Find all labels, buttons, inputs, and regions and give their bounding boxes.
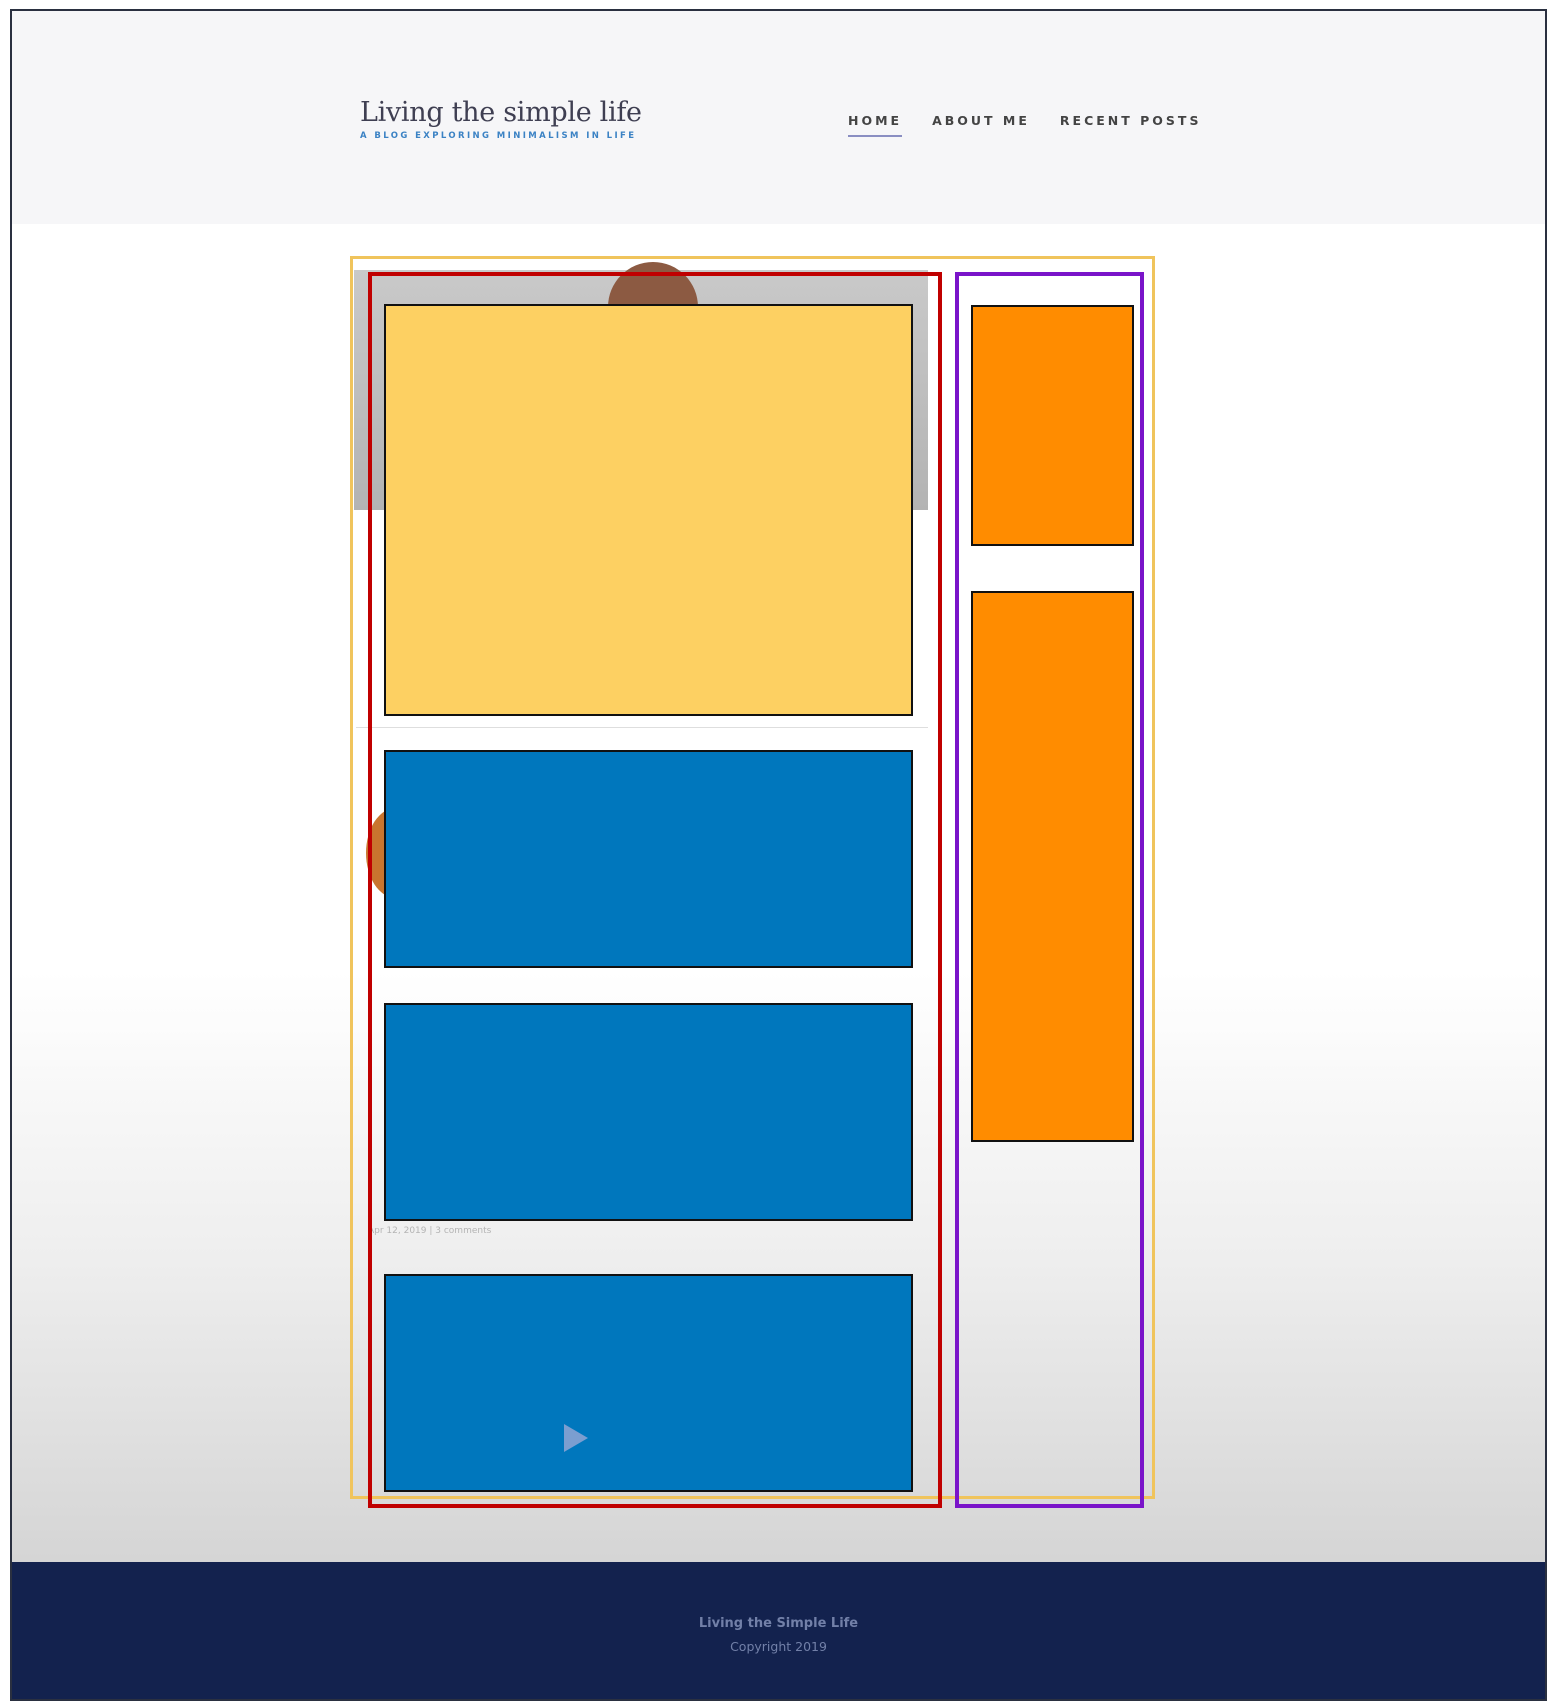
main-nav: HOME ABOUT ME RECENT POSTS [848, 113, 1201, 137]
post-block-3[interactable] [384, 1274, 913, 1492]
site-footer: Living the Simple Life Copyright 2019 [12, 1562, 1545, 1699]
post-block-1[interactable] [384, 750, 913, 968]
footer-title: Living the Simple Life [698, 1616, 859, 1631]
sidebar-widget-2[interactable] [971, 591, 1134, 1142]
sidebar-outline [955, 272, 1144, 1508]
site-branding[interactable]: Living the simple life A BLOG EXPLORING … [360, 99, 642, 141]
main-column-outline [368, 272, 942, 1508]
site-title[interactable]: Living the simple life [360, 99, 642, 126]
site-tagline: A BLOG EXPLORING MINIMALISM IN LIFE [360, 131, 637, 141]
mouse-cursor-icon [564, 1424, 588, 1452]
sidebar-widget-1[interactable] [971, 305, 1134, 546]
site-header: Living the simple life A BLOG EXPLORING … [12, 11, 1545, 224]
nav-home[interactable]: HOME [848, 113, 903, 137]
post-block-2[interactable] [384, 1003, 913, 1221]
nav-about-me[interactable]: ABOUT ME [932, 113, 1030, 137]
nav-recent-posts[interactable]: RECENT POSTS [1060, 113, 1202, 137]
featured-post-block[interactable] [384, 304, 913, 716]
footer-copyright: Copyright 2019 [730, 1639, 827, 1654]
